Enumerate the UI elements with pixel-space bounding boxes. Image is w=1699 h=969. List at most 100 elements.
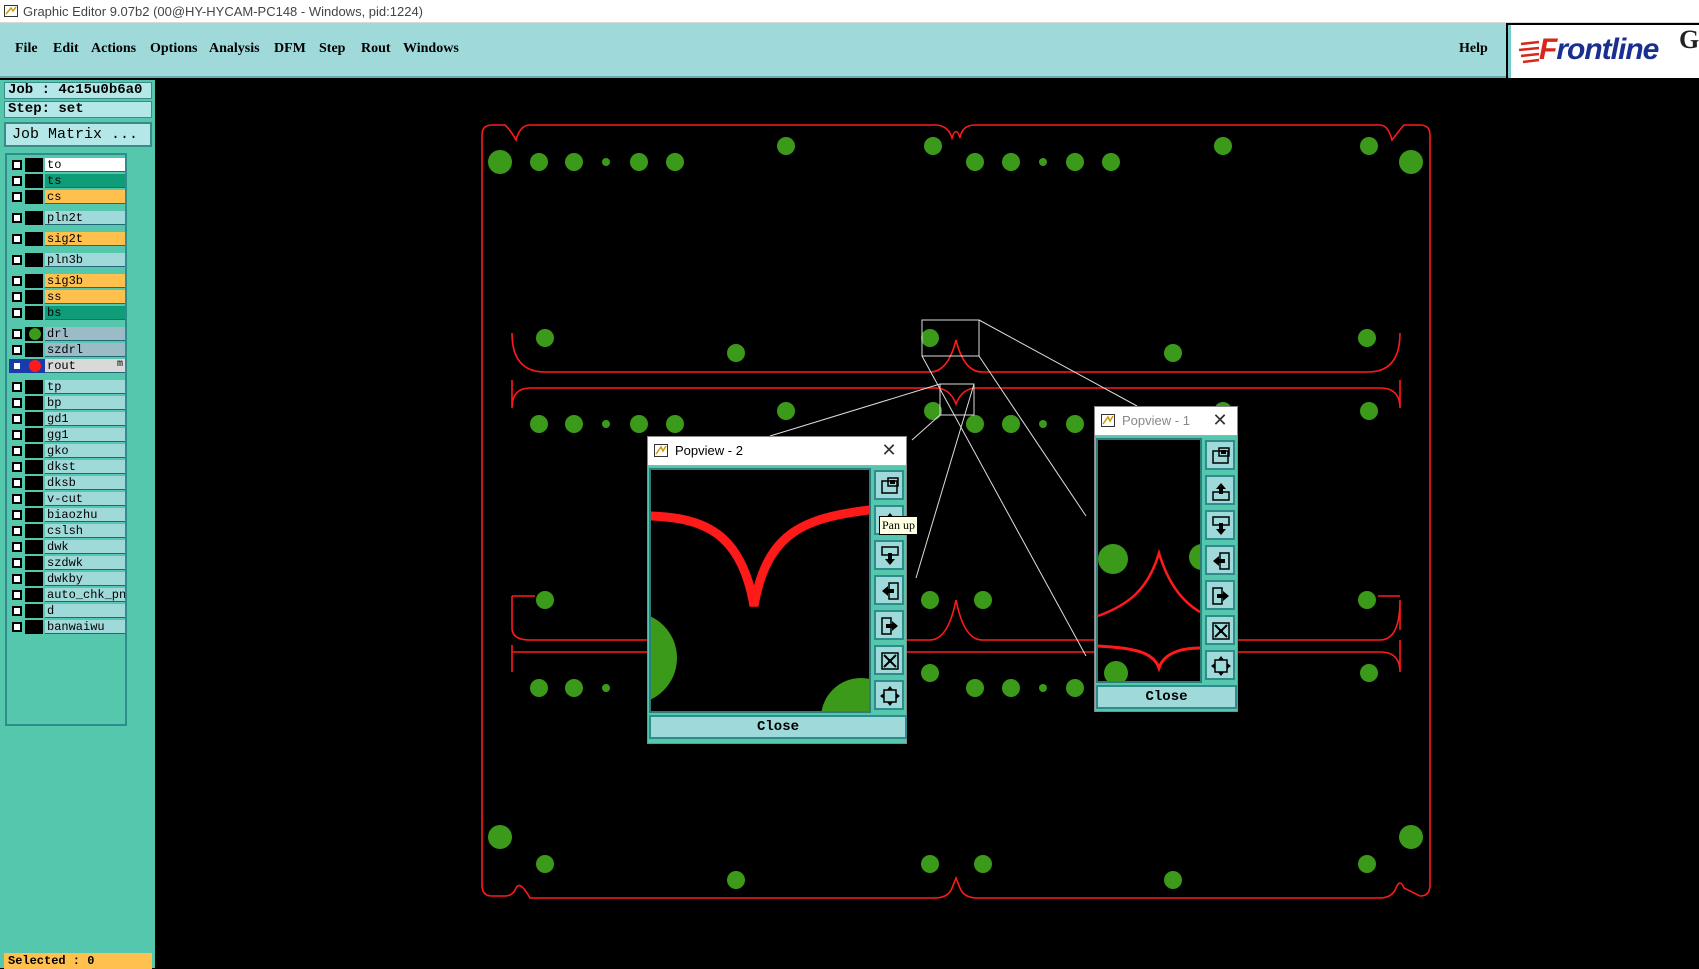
layer-checkbox[interactable] (12, 255, 22, 265)
menu-analysis[interactable]: Analysis (209, 41, 260, 57)
layer-checkbox[interactable] (12, 308, 22, 318)
popview-1-view[interactable] (1096, 438, 1202, 683)
layer-color-slot[interactable] (25, 253, 43, 267)
layer-name[interactable]: tp (45, 380, 125, 394)
popview-2-titlebar[interactable]: Popview - 2 ✕ (648, 437, 906, 466)
layer-row-gd1[interactable]: gd1 (9, 412, 125, 426)
layer-checkbox[interactable] (12, 160, 22, 170)
layer-name[interactable]: pln3b (45, 253, 125, 267)
layer-row-d[interactable]: d (9, 604, 125, 618)
layer-checkbox[interactable] (12, 345, 22, 355)
layer-checkbox[interactable] (12, 414, 22, 424)
layer-checkbox[interactable] (12, 292, 22, 302)
layer-color-slot[interactable] (25, 508, 43, 522)
layer-color-slot[interactable] (25, 556, 43, 570)
layer-name[interactable]: dwkby (45, 572, 125, 586)
layer-name[interactable]: pln2t (45, 211, 125, 225)
layer-color-slot[interactable] (25, 444, 43, 458)
layer-name[interactable]: dwk (45, 540, 125, 554)
layer-checkbox[interactable] (12, 606, 22, 616)
pan-down-button[interactable] (874, 540, 904, 570)
layer-name[interactable]: szdrl (45, 343, 125, 357)
layer-checkbox[interactable] (12, 590, 22, 600)
layer-checkbox[interactable] (12, 276, 22, 286)
layer-name[interactable]: cs (45, 190, 125, 204)
pan-down-button[interactable] (1205, 510, 1235, 540)
menu-file[interactable]: File (15, 41, 38, 57)
layer-row-sig3b[interactable]: sig3b (9, 274, 125, 288)
layer-checkbox[interactable] (12, 478, 22, 488)
layer-color-slot[interactable] (25, 380, 43, 394)
layer-row-dwk[interactable]: dwk (9, 540, 125, 554)
layer-color-slot[interactable] (25, 190, 43, 204)
layer-name[interactable]: d (45, 604, 125, 618)
layer-row-dkst[interactable]: dkst (9, 460, 125, 474)
layer-color-slot[interactable] (25, 540, 43, 554)
layer-color-slot[interactable] (25, 290, 43, 304)
zoom-window-button[interactable] (874, 470, 904, 500)
layer-row-pln2t[interactable]: pln2t (9, 211, 125, 225)
layer-row-drl[interactable]: drl (9, 327, 125, 341)
layer-checkbox[interactable] (12, 446, 22, 456)
layer-color-slot[interactable] (25, 524, 43, 538)
layer-row-bp[interactable]: bp (9, 396, 125, 410)
layer-name[interactable]: cslsh (45, 524, 125, 538)
layer-row-rout[interactable]: rout m (9, 359, 125, 373)
layer-checkbox[interactable] (12, 430, 22, 440)
layer-name[interactable]: drl (45, 327, 125, 341)
layer-checkbox[interactable] (12, 213, 22, 223)
layer-row-ts[interactable]: ts (9, 174, 125, 188)
layer-row-szdrl[interactable]: szdrl (9, 343, 125, 357)
layer-row-v-cut[interactable]: v-cut (9, 492, 125, 506)
layer-color-slot[interactable] (25, 412, 43, 426)
layer-checkbox[interactable] (12, 510, 22, 520)
menu-windows[interactable]: Windows (403, 41, 459, 57)
layer-name[interactable]: bp (45, 396, 125, 410)
zoom-center-button[interactable] (874, 680, 904, 710)
layer-name[interactable]: auto_chk_pn. (45, 588, 125, 602)
popview-1-titlebar[interactable]: Popview - 1 ✕ (1095, 407, 1237, 436)
layer-color-slot[interactable] (25, 620, 43, 634)
layer-row-banwaiwu[interactable]: banwaiwu (9, 620, 125, 634)
layer-row-bs[interactable]: bs (9, 306, 125, 320)
close-icon[interactable]: ✕ (878, 439, 900, 461)
layer-name[interactable]: v-cut (45, 492, 125, 506)
layer-checkbox[interactable] (12, 382, 22, 392)
layer-color-slot[interactable] (25, 396, 43, 410)
layer-checkbox[interactable] (12, 398, 22, 408)
job-matrix-button[interactable]: Job Matrix ... (4, 122, 152, 147)
menu-dfm[interactable]: DFM (274, 41, 306, 57)
layer-row-tp[interactable]: tp (9, 380, 125, 394)
layer-checkbox[interactable] (12, 462, 22, 472)
layer-checkbox[interactable] (12, 622, 22, 632)
pan-right-button[interactable] (1205, 580, 1235, 610)
layer-name[interactable]: gko (45, 444, 125, 458)
layer-checkbox[interactable] (12, 574, 22, 584)
layer-row-sig2t[interactable]: sig2t (9, 232, 125, 246)
menu-rout[interactable]: Rout (361, 41, 391, 57)
layer-row-gko[interactable]: gko (9, 444, 125, 458)
layer-color-slot[interactable] (25, 232, 43, 246)
layer-checkbox[interactable] (12, 558, 22, 568)
menu-options[interactable]: Options (150, 41, 197, 57)
menu-help[interactable]: Help (1459, 41, 1488, 57)
layer-name[interactable]: gd1 (45, 412, 125, 426)
menu-actions[interactable]: Actions (91, 41, 136, 57)
layer-color-slot[interactable] (25, 588, 43, 602)
layer-name[interactable]: biaozhu (45, 508, 125, 522)
layer-name[interactable]: ts (45, 174, 125, 188)
layer-name[interactable]: bs (45, 306, 125, 320)
layer-row-gg1[interactable]: gg1 (9, 428, 125, 442)
layer-name[interactable]: sig2t (45, 232, 125, 246)
layer-color-slot[interactable] (25, 174, 43, 188)
pan-right-button[interactable] (874, 610, 904, 640)
layer-row-cs[interactable]: cs (9, 190, 125, 204)
layer-row-ss[interactable]: ss (9, 290, 125, 304)
layer-row-szdwk[interactable]: szdwk (9, 556, 125, 570)
layer-name[interactable]: sig3b (45, 274, 125, 288)
layer-name[interactable]: dksb (45, 476, 125, 490)
menu-step[interactable]: Step (319, 41, 345, 57)
layer-row-dksb[interactable]: dksb (9, 476, 125, 490)
layer-color-slot[interactable] (25, 492, 43, 506)
layer-checkbox[interactable] (12, 526, 22, 536)
